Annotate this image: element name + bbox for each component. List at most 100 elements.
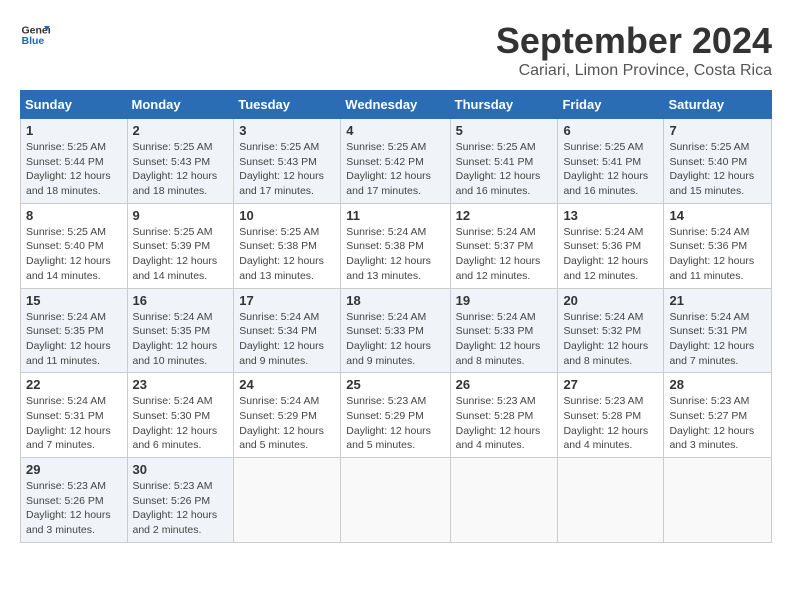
day-number: 20 — [563, 293, 658, 308]
day-info: Sunrise: 5:24 AM Sunset: 5:37 PM Dayligh… — [456, 225, 553, 284]
day-info: Sunrise: 5:24 AM Sunset: 5:32 PM Dayligh… — [563, 310, 658, 369]
location-title: Cariari, Limon Province, Costa Rica — [496, 62, 772, 80]
header-saturday: Saturday — [664, 91, 772, 119]
title-area: September 2024 Cariari, Limon Province, … — [496, 20, 772, 80]
day-number: 14 — [669, 208, 766, 223]
table-row: 1 Sunrise: 5:25 AM Sunset: 5:44 PM Daylig… — [21, 119, 128, 204]
day-number: 7 — [669, 123, 766, 138]
table-row: 12Sunrise: 5:24 AM Sunset: 5:37 PM Dayli… — [450, 203, 558, 288]
table-row: 2Sunrise: 5:25 AM Sunset: 5:43 PM Daylig… — [127, 119, 234, 204]
day-info: Sunrise: 5:25 AM Sunset: 5:42 PM Dayligh… — [346, 140, 444, 199]
day-number: 22 — [26, 377, 122, 392]
day-info: Sunrise: 5:23 AM Sunset: 5:28 PM Dayligh… — [563, 394, 658, 453]
day-info: Sunrise: 5:24 AM Sunset: 5:36 PM Dayligh… — [669, 225, 766, 284]
day-info: Sunrise: 5:24 AM Sunset: 5:38 PM Dayligh… — [346, 225, 444, 284]
table-row: 7 Sunrise: 5:25 AM Sunset: 5:40 PM Daylig… — [664, 119, 772, 204]
day-info: Sunrise: 5:24 AM Sunset: 5:35 PM Dayligh… — [26, 310, 122, 369]
day-number: 23 — [133, 377, 229, 392]
svg-text:Blue: Blue — [22, 35, 45, 47]
day-number: 13 — [563, 208, 658, 223]
day-info: Sunrise: 5:24 AM Sunset: 5:36 PM Dayligh… — [563, 225, 658, 284]
table-row: 20 Sunrise: 5:24 AM Sunset: 5:32 PM Dayli… — [558, 288, 664, 373]
table-row: 29 Sunrise: 5:23 AM Sunset: 5:26 PM Dayli… — [21, 458, 128, 543]
day-number: 10 — [239, 208, 335, 223]
day-number: 28 — [669, 377, 766, 392]
table-row: 6 Sunrise: 5:25 AM Sunset: 5:41 PM Daylig… — [558, 119, 664, 204]
table-row: 16 Sunrise: 5:24 AM Sunset: 5:35 PM Dayli… — [127, 288, 234, 373]
day-info: Sunrise: 5:23 AM Sunset: 5:26 PM Dayligh… — [26, 479, 122, 538]
table-row: 3 Sunrise: 5:25 AM Sunset: 5:43 PM Daylig… — [234, 119, 341, 204]
day-number: 26 — [456, 377, 553, 392]
day-info: Sunrise: 5:25 AM Sunset: 5:44 PM Dayligh… — [26, 140, 122, 199]
table-row — [450, 458, 558, 543]
table-row — [664, 458, 772, 543]
day-number: 5 — [456, 123, 553, 138]
header-friday: Friday — [558, 91, 664, 119]
table-row: 30Sunrise: 5:23 AM Sunset: 5:26 PM Dayli… — [127, 458, 234, 543]
day-number: 1 — [26, 123, 122, 138]
day-info: Sunrise: 5:24 AM Sunset: 5:30 PM Dayligh… — [133, 394, 229, 453]
day-number: 27 — [563, 377, 658, 392]
day-number: 17 — [239, 293, 335, 308]
header-thursday: Thursday — [450, 91, 558, 119]
day-number: 8 — [26, 208, 122, 223]
day-number: 24 — [239, 377, 335, 392]
table-row: 17Sunrise: 5:24 AM Sunset: 5:34 PM Dayli… — [234, 288, 341, 373]
table-row: 25 Sunrise: 5:23 AM Sunset: 5:29 PM Dayli… — [341, 373, 450, 458]
table-row: 8 Sunrise: 5:25 AM Sunset: 5:40 PM Daylig… — [21, 203, 128, 288]
table-row: 4Sunrise: 5:25 AM Sunset: 5:42 PM Daylig… — [341, 119, 450, 204]
day-info: Sunrise: 5:24 AM Sunset: 5:31 PM Dayligh… — [669, 310, 766, 369]
day-info: Sunrise: 5:25 AM Sunset: 5:43 PM Dayligh… — [133, 140, 229, 199]
header-tuesday: Tuesday — [234, 91, 341, 119]
day-info: Sunrise: 5:25 AM Sunset: 5:39 PM Dayligh… — [133, 225, 229, 284]
calendar-body: 1 Sunrise: 5:25 AM Sunset: 5:44 PM Daylig… — [21, 119, 772, 543]
table-row: 27 Sunrise: 5:23 AM Sunset: 5:28 PM Dayli… — [558, 373, 664, 458]
table-row — [234, 458, 341, 543]
table-row: 21 Sunrise: 5:24 AM Sunset: 5:31 PM Dayli… — [664, 288, 772, 373]
table-row — [341, 458, 450, 543]
table-row — [558, 458, 664, 543]
table-row: 14 Sunrise: 5:24 AM Sunset: 5:36 PM Dayli… — [664, 203, 772, 288]
table-row: 18Sunrise: 5:24 AM Sunset: 5:33 PM Dayli… — [341, 288, 450, 373]
logo-icon: General Blue — [20, 20, 50, 50]
day-number: 16 — [133, 293, 229, 308]
table-row: 15 Sunrise: 5:24 AM Sunset: 5:35 PM Dayli… — [21, 288, 128, 373]
calendar-header: Sunday Monday Tuesday Wednesday Thursday… — [21, 91, 772, 119]
day-info: Sunrise: 5:25 AM Sunset: 5:38 PM Dayligh… — [239, 225, 335, 284]
table-row: 10 Sunrise: 5:25 AM Sunset: 5:38 PM Dayli… — [234, 203, 341, 288]
day-number: 15 — [26, 293, 122, 308]
table-row: 23 Sunrise: 5:24 AM Sunset: 5:30 PM Dayli… — [127, 373, 234, 458]
day-info: Sunrise: 5:25 AM Sunset: 5:41 PM Dayligh… — [563, 140, 658, 199]
day-info: Sunrise: 5:23 AM Sunset: 5:29 PM Dayligh… — [346, 394, 444, 453]
month-title: September 2024 — [496, 20, 772, 62]
day-info: Sunrise: 5:25 AM Sunset: 5:41 PM Dayligh… — [456, 140, 553, 199]
table-row: 28 Sunrise: 5:23 AM Sunset: 5:27 PM Dayli… — [664, 373, 772, 458]
day-info: Sunrise: 5:24 AM Sunset: 5:35 PM Dayligh… — [133, 310, 229, 369]
table-row: 5 Sunrise: 5:25 AM Sunset: 5:41 PM Daylig… — [450, 119, 558, 204]
table-row: 24Sunrise: 5:24 AM Sunset: 5:29 PM Dayli… — [234, 373, 341, 458]
day-info: Sunrise: 5:24 AM Sunset: 5:33 PM Dayligh… — [346, 310, 444, 369]
day-number: 29 — [26, 462, 122, 477]
day-info: Sunrise: 5:25 AM Sunset: 5:40 PM Dayligh… — [26, 225, 122, 284]
day-number: 21 — [669, 293, 766, 308]
table-row: 19 Sunrise: 5:24 AM Sunset: 5:33 PM Dayli… — [450, 288, 558, 373]
table-row: 13 Sunrise: 5:24 AM Sunset: 5:36 PM Dayli… — [558, 203, 664, 288]
day-number: 6 — [563, 123, 658, 138]
day-info: Sunrise: 5:23 AM Sunset: 5:28 PM Dayligh… — [456, 394, 553, 453]
day-number: 25 — [346, 377, 444, 392]
day-number: 19 — [456, 293, 553, 308]
day-info: Sunrise: 5:23 AM Sunset: 5:26 PM Dayligh… — [133, 479, 229, 538]
day-number: 11 — [346, 208, 444, 223]
header-monday: Monday — [127, 91, 234, 119]
day-number: 3 — [239, 123, 335, 138]
table-row: 11 Sunrise: 5:24 AM Sunset: 5:38 PM Dayli… — [341, 203, 450, 288]
day-info: Sunrise: 5:23 AM Sunset: 5:27 PM Dayligh… — [669, 394, 766, 453]
day-info: Sunrise: 5:25 AM Sunset: 5:40 PM Dayligh… — [669, 140, 766, 199]
day-info: Sunrise: 5:24 AM Sunset: 5:33 PM Dayligh… — [456, 310, 553, 369]
table-row: 26 Sunrise: 5:23 AM Sunset: 5:28 PM Dayli… — [450, 373, 558, 458]
header-wednesday: Wednesday — [341, 91, 450, 119]
day-info: Sunrise: 5:25 AM Sunset: 5:43 PM Dayligh… — [239, 140, 335, 199]
header: General Blue September 2024 Cariari, Lim… — [20, 20, 772, 80]
logo: General Blue — [20, 20, 50, 50]
calendar-table: Sunday Monday Tuesday Wednesday Thursday… — [20, 90, 772, 543]
